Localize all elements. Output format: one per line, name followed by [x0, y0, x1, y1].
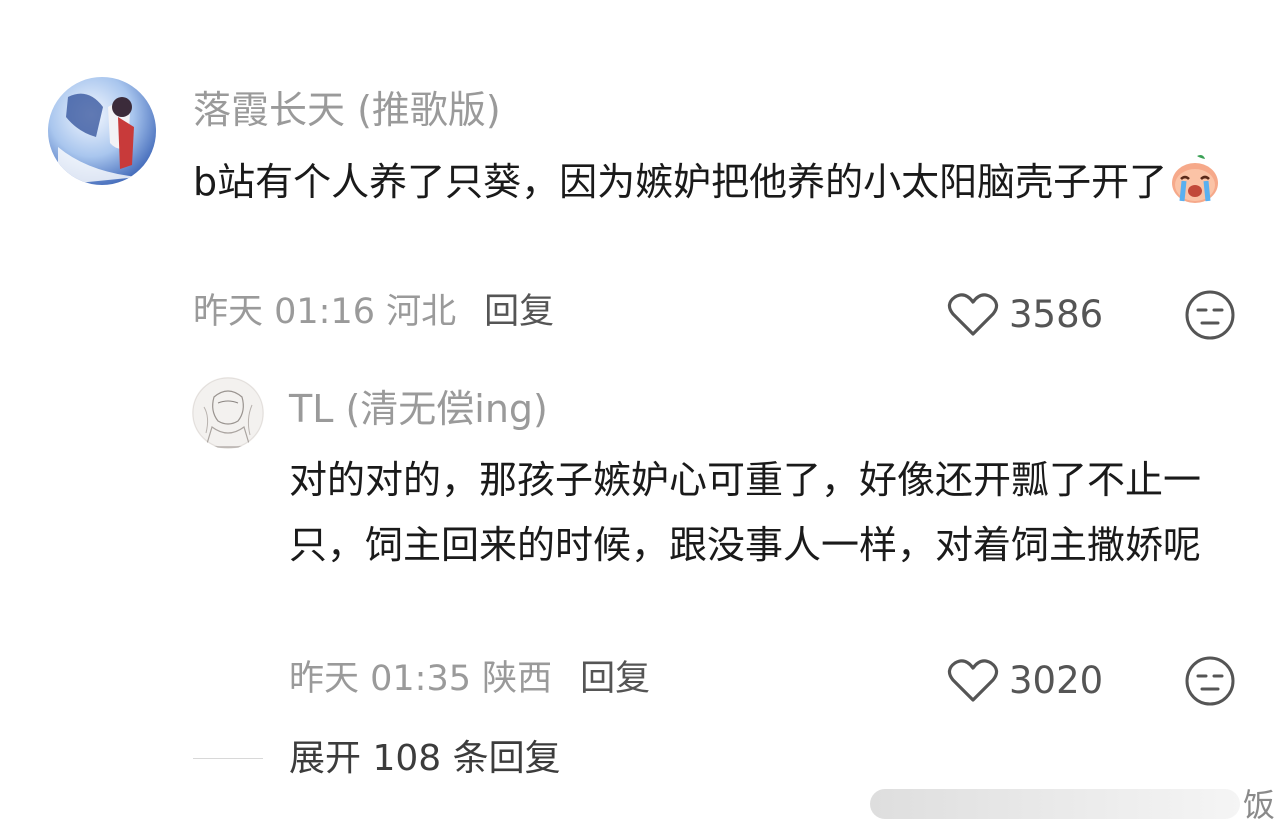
reply-meta: 昨天 01:35 陕西 回复: [289, 658, 650, 700]
watermark-bar: [870, 789, 1240, 819]
watermark: 饭: [870, 785, 1275, 825]
comment-thread: 落霞长天 (推歌版) b站有个人养了只葵，因为嫉妒把他养的小太阳脑壳子开了 昨天…: [0, 0, 1284, 833]
reply-text: 对的对的，那孩子嫉妒心可重了，好像还开瓢了不止一只，饲主回来的时候，跟没事人一样…: [289, 458, 1202, 567]
heart-outline-icon: [947, 659, 999, 702]
avatar-image: [48, 77, 156, 185]
watermark-glyph: 饭: [1242, 786, 1275, 824]
comment-time: 昨天 01:16 河北: [193, 292, 457, 332]
reply-username[interactable]: TL (清无偿ing): [289, 387, 548, 431]
like-count: 3586: [1009, 293, 1104, 336]
dislike-button[interactable]: [1184, 289, 1236, 341]
like-button[interactable]: 3586: [947, 292, 1103, 338]
divider: [193, 758, 263, 759]
avatar-image: [192, 377, 264, 449]
crying-face-emoji: [1167, 151, 1223, 207]
reply-avatar[interactable]: [192, 377, 264, 449]
reply-button[interactable]: 回复: [484, 292, 554, 332]
reply-dislike-button[interactable]: [1184, 655, 1236, 707]
comment-text: b站有个人养了只葵，因为嫉妒把他养的小太阳脑壳子开了: [193, 160, 1168, 204]
neutral-face-icon: [1185, 290, 1235, 340]
neutral-face-icon: [1185, 656, 1235, 706]
reply-button[interactable]: 回复: [580, 659, 650, 699]
reply-time: 昨天 01:35 陕西: [289, 659, 553, 699]
comment-body: b站有个人养了只葵，因为嫉妒把他养的小太阳脑壳子开了: [193, 150, 1233, 215]
reply-like-button[interactable]: 3020: [947, 658, 1103, 704]
username[interactable]: 落霞长天 (推歌版): [193, 88, 501, 132]
like-count: 3020: [1009, 659, 1104, 702]
avatar[interactable]: [48, 77, 156, 185]
heart-outline-icon: [947, 293, 999, 336]
expand-replies-button[interactable]: 展开 108 条回复: [289, 738, 561, 780]
comment-meta: 昨天 01:16 河北 回复: [193, 291, 554, 333]
